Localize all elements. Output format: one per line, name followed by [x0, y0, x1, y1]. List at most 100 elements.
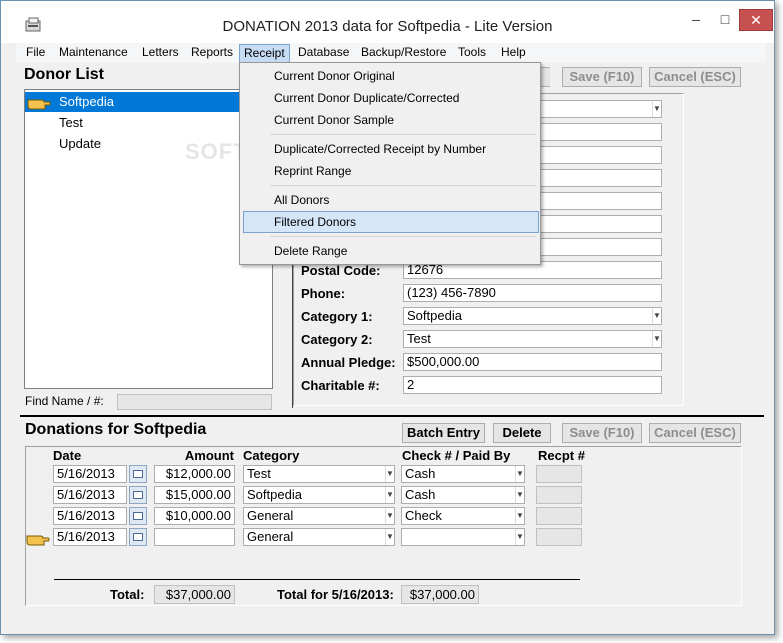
- chevron-down-icon[interactable]: ▼: [652, 331, 661, 347]
- phone-field[interactable]: (123) 456-7890: [403, 284, 662, 302]
- postal-code-label: Postal Code:: [301, 263, 381, 278]
- chevron-down-icon[interactable]: ▼: [515, 508, 524, 524]
- amount-field[interactable]: $10,000.00: [154, 507, 235, 525]
- donor-list-header: Donor List: [24, 66, 104, 83]
- donor-item[interactable]: Update: [59, 136, 101, 151]
- chevron-down-icon[interactable]: ▼: [385, 487, 394, 503]
- country-field[interactable]: [538, 215, 662, 233]
- menu-item-reprint-range[interactable]: Reprint Range: [274, 164, 351, 178]
- donations-save-button[interactable]: Save (F10): [562, 423, 642, 443]
- category1-value: Softpedia: [407, 308, 462, 323]
- menu-item-filtered-donors[interactable]: Filtered Donors: [274, 215, 356, 229]
- check-combo[interactable]: Check ▼: [401, 507, 525, 525]
- category-combo[interactable]: General ▼: [243, 528, 395, 546]
- calendar-icon[interactable]: [129, 507, 147, 525]
- menu-item-duplicate-by-number[interactable]: Duplicate/Corrected Receipt by Number: [274, 142, 486, 156]
- donations-cancel-button[interactable]: Cancel (ESC): [649, 423, 741, 443]
- category-value: General: [247, 508, 294, 523]
- menu-tools[interactable]: Tools: [454, 44, 490, 63]
- extra-field[interactable]: [538, 238, 662, 256]
- category2-combo[interactable]: Test ▼: [403, 330, 662, 348]
- address-field[interactable]: [538, 146, 662, 164]
- menu-letters[interactable]: Letters: [138, 44, 183, 63]
- category-value: General: [247, 529, 294, 544]
- maximize-icon[interactable]: □: [711, 9, 739, 31]
- calendar-icon[interactable]: [129, 528, 147, 546]
- menu-separator: [270, 236, 536, 237]
- charitable-number-label: Charitable #:: [301, 378, 380, 393]
- title-bar[interactable]: DONATION 2013 data for Softpedia - Lite …: [1, 1, 774, 43]
- annual-pledge-field[interactable]: $500,000.00: [403, 353, 662, 371]
- menu-maintenance[interactable]: Maintenance: [55, 44, 132, 63]
- menu-file[interactable]: File: [22, 44, 49, 63]
- donations-header: Donations for Softpedia: [25, 421, 207, 438]
- pointing-hand-icon: [27, 99, 51, 110]
- total-value: $37,000.00: [154, 585, 235, 604]
- menu-item-current-donor-original[interactable]: Current Donor Original: [274, 69, 395, 83]
- check-value: Cash: [405, 487, 436, 502]
- find-input[interactable]: [117, 394, 272, 410]
- find-label: Find Name / #:: [25, 394, 104, 408]
- charitable-number-field[interactable]: 2: [403, 376, 662, 394]
- top-combo[interactable]: ▼: [538, 100, 662, 118]
- category-combo[interactable]: Test ▼: [243, 465, 395, 483]
- date-field[interactable]: 5/16/2013: [53, 528, 127, 546]
- city-field[interactable]: [538, 169, 662, 187]
- pointing-hand-icon: [26, 535, 50, 546]
- batch-entry-button[interactable]: Batch Entry: [402, 423, 485, 443]
- date-field[interactable]: 5/16/2013: [53, 486, 127, 504]
- chevron-down-icon[interactable]: ▼: [515, 529, 524, 545]
- menu-receipt[interactable]: Receipt: [239, 44, 290, 63]
- recpt-field: [536, 528, 582, 546]
- date-field[interactable]: 5/16/2013: [53, 465, 127, 483]
- menu-item-current-donor-sample[interactable]: Current Donor Sample: [274, 113, 394, 127]
- menu-backup-restore[interactable]: Backup/Restore: [357, 44, 450, 63]
- calendar-icon[interactable]: [129, 465, 147, 483]
- chevron-down-icon[interactable]: ▼: [385, 466, 394, 482]
- section-divider: [20, 415, 764, 417]
- check-combo[interactable]: Cash ▼: [401, 486, 525, 504]
- chevron-down-icon[interactable]: ▼: [385, 508, 394, 524]
- chevron-down-icon[interactable]: ▼: [385, 529, 394, 545]
- date-field[interactable]: 5/16/2013: [53, 507, 127, 525]
- category-combo[interactable]: General ▼: [243, 507, 395, 525]
- menu-reports[interactable]: Reports: [187, 44, 237, 63]
- state-field[interactable]: [538, 192, 662, 210]
- recpt-field: [536, 486, 582, 504]
- total-label: Total:: [110, 587, 145, 602]
- chevron-down-icon[interactable]: ▼: [515, 487, 524, 503]
- donor-item[interactable]: Softpedia: [59, 94, 114, 109]
- donor-save-button[interactable]: Save (F10): [562, 67, 642, 87]
- menu-item-delete-range[interactable]: Delete Range: [274, 244, 347, 258]
- menu-database[interactable]: Database: [294, 44, 353, 63]
- receipt-menu-dropdown: Current Donor Original Current Donor Dup…: [239, 62, 541, 265]
- donor-item[interactable]: Test: [59, 115, 83, 130]
- menu-item-current-donor-duplicate[interactable]: Current Donor Duplicate/Corrected: [274, 91, 459, 105]
- menu-help[interactable]: Help: [497, 44, 530, 63]
- calendar-icon[interactable]: [129, 486, 147, 504]
- app-window: DONATION 2013 data for Softpedia - Lite …: [0, 0, 775, 635]
- amount-field[interactable]: $15,000.00: [154, 486, 235, 504]
- close-icon[interactable]: ✕: [739, 9, 773, 31]
- chevron-down-icon[interactable]: ▼: [652, 308, 661, 324]
- delete-button[interactable]: Delete: [493, 423, 551, 443]
- chevron-down-icon[interactable]: ▼: [652, 101, 661, 117]
- menu-item-all-donors[interactable]: All Donors: [274, 193, 329, 207]
- minimize-icon[interactable]: –: [681, 9, 711, 31]
- donor-list[interactable]: Softpedia Test Update: [24, 89, 273, 389]
- category-combo[interactable]: Softpedia ▼: [243, 486, 395, 504]
- amount-field[interactable]: $12,000.00: [154, 465, 235, 483]
- chevron-down-icon[interactable]: ▼: [515, 466, 524, 482]
- category1-combo[interactable]: Softpedia ▼: [403, 307, 662, 325]
- annual-pledge-label: Annual Pledge:: [301, 355, 396, 370]
- totals-divider: [54, 579, 580, 580]
- check-combo[interactable]: Cash ▼: [401, 465, 525, 483]
- amount-field[interactable]: [154, 528, 235, 546]
- window-title: DONATION 2013 data for Softpedia - Lite …: [222, 18, 553, 35]
- total-date-label: Total for 5/16/2013:: [277, 587, 394, 602]
- donor-cancel-button[interactable]: Cancel (ESC): [649, 67, 741, 87]
- check-combo[interactable]: ▼: [401, 528, 525, 546]
- phone-label: Phone:: [301, 286, 346, 301]
- category2-value: Test: [407, 331, 431, 346]
- address-field[interactable]: [538, 123, 662, 141]
